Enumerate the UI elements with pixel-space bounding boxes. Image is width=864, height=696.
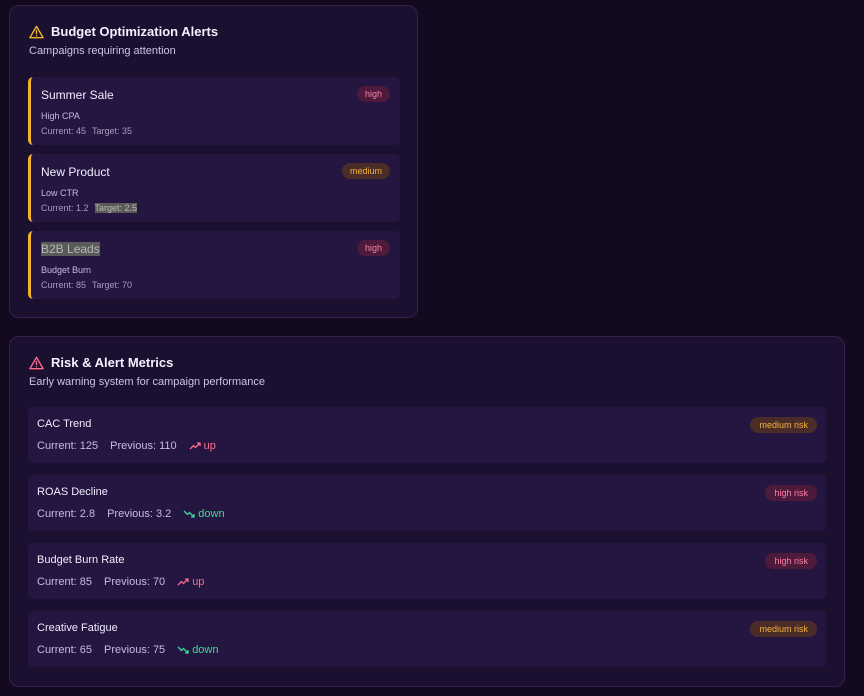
alert-campaign-name-text: B2B Leads	[41, 242, 100, 256]
metric-previous: Previous: 3.2	[107, 508, 172, 520]
metric-item-roas-decline[interactable]: ROAS Decline high risk Current: 2.8 Prev…	[28, 475, 826, 531]
metric-values: Current: 125 Previous: 110 up	[37, 440, 216, 452]
risk-badge: medium risk	[750, 417, 817, 433]
alert-issue: High CPA	[41, 111, 80, 121]
alert-target: Target: 35	[92, 126, 133, 136]
metric-values: Current: 85 Previous: 70 up	[37, 576, 204, 588]
budget-alerts-title: Budget Optimization Alerts	[51, 24, 219, 39]
trend-indicator: down	[183, 508, 225, 520]
risk-badge: high risk	[765, 485, 817, 501]
metric-name: ROAS Decline	[37, 486, 108, 498]
risk-metrics-card: Risk & Alert Metrics Early warning syste…	[9, 336, 845, 687]
trending-up-icon	[177, 578, 189, 586]
alert-values: Current: 85 Target: 70	[41, 280, 138, 290]
alert-target: Target: 2.5	[94, 203, 138, 213]
severity-badge: high	[356, 86, 390, 102]
metric-current: Current: 85	[37, 576, 93, 588]
metric-item-budget-burn-rate[interactable]: Budget Burn Rate high risk Current: 85 P…	[28, 543, 826, 599]
metric-name: Budget Burn Rate	[37, 554, 125, 566]
severity-badge: medium	[341, 163, 390, 179]
metric-name: Creative Fatigue	[37, 622, 118, 634]
metric-item-cac-trend[interactable]: CAC Trend medium risk Current: 125 Previ…	[28, 407, 826, 463]
trend-indicator: up	[177, 576, 204, 588]
metric-previous: Previous: 70	[104, 576, 166, 588]
alert-values: Current: 1.2 Target: 2.5	[41, 203, 143, 213]
metric-item-creative-fatigue[interactable]: Creative Fatigue medium risk Current: 65…	[28, 611, 826, 667]
budget-alerts-header: Budget Optimization Alerts	[29, 24, 218, 39]
alert-item-summer-sale[interactable]: Summer Sale high High CPA Current: 45 Tar…	[28, 77, 400, 145]
alert-current: Current: 85	[41, 280, 87, 290]
alert-item-b2b-leads[interactable]: B2B Leads high Budget Burn Current: 85 Ta…	[28, 231, 400, 299]
risk-metrics-header: Risk & Alert Metrics	[29, 355, 173, 370]
budget-alerts-card: Budget Optimization Alerts Campaigns req…	[9, 5, 418, 318]
trending-up-icon	[189, 442, 201, 450]
metric-name: CAC Trend	[37, 418, 92, 430]
trending-down-icon	[177, 646, 189, 654]
alert-campaign-name: Summer Sale	[41, 88, 114, 102]
metric-current: Current: 125	[37, 440, 99, 452]
metric-current: Current: 2.8	[37, 508, 96, 520]
trend-label: down	[192, 644, 219, 656]
risk-metrics-subtitle: Early warning system for campaign perfor…	[29, 376, 265, 388]
risk-badge: high risk	[765, 553, 817, 569]
alert-current: Current: 1.2	[41, 203, 89, 213]
alert-current: Current: 45	[41, 126, 87, 136]
severity-badge: high	[356, 240, 390, 256]
metric-values: Current: 2.8 Previous: 3.2 down	[37, 508, 225, 520]
trend-indicator: down	[177, 644, 218, 656]
trend-label: up	[192, 576, 205, 588]
dashboard-page: Budget Optimization Alerts Campaigns req…	[0, 0, 864, 696]
risk-badge: medium risk	[750, 621, 817, 637]
warning-icon	[29, 356, 44, 369]
metric-current: Current: 65	[37, 644, 93, 656]
trend-label: down	[198, 508, 225, 520]
alert-item-new-product[interactable]: New Product medium Low CTR Current: 1.2 T…	[28, 154, 400, 222]
metric-previous: Previous: 75	[104, 644, 166, 656]
risk-metrics-title: Risk & Alert Metrics	[51, 355, 174, 370]
budget-alerts-subtitle: Campaigns requiring attention	[29, 45, 176, 57]
metric-previous: Previous: 110	[110, 440, 177, 452]
trending-down-icon	[183, 510, 195, 518]
alert-values: Current: 45 Target: 35	[41, 126, 138, 136]
trend-indicator: up	[189, 440, 216, 452]
warning-icon	[29, 25, 44, 38]
alert-campaign-name: New Product	[41, 165, 110, 179]
alert-target: Target: 70	[92, 280, 133, 290]
alert-issue: Low CTR	[41, 188, 79, 198]
trend-label: up	[203, 440, 216, 452]
alert-campaign-name: B2B Leads	[41, 242, 100, 256]
metric-values: Current: 65 Previous: 75 down	[37, 644, 218, 656]
alert-issue: Budget Burn	[41, 265, 92, 275]
